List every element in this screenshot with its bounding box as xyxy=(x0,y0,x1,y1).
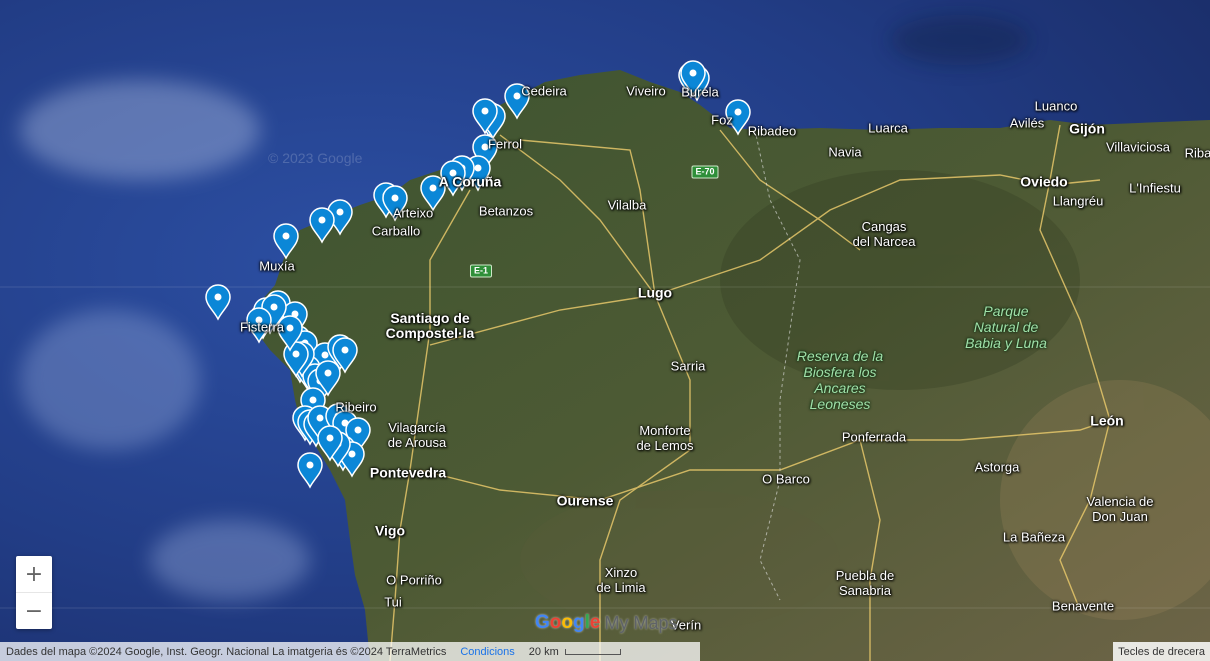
place-label-pontevedra: Pontevedra xyxy=(369,464,447,481)
place-label-puebla: Puebla de Sanabria xyxy=(835,568,895,598)
mymaps-logo-text: My Maps xyxy=(604,612,678,633)
zoom-in-button[interactable]: + xyxy=(16,556,52,592)
place-label-sarria: Sarria xyxy=(670,358,706,374)
place-label-santiago: Santiago de Compostel·la xyxy=(385,310,475,341)
scale-line xyxy=(564,648,621,655)
place-label-astorga: Astorga xyxy=(974,459,1020,475)
place-label-cedeira: Cedeira xyxy=(521,83,567,99)
place-label-vilagarcia: Vilagarcía de Arousa xyxy=(387,420,447,450)
place-label-porrino: O Porriño xyxy=(386,572,442,588)
place-label-riba: Riba xyxy=(1184,145,1210,161)
place-label-villaviciosa: Villaviciosa xyxy=(1105,139,1171,155)
place-label-luanco: Luanco xyxy=(1034,98,1078,114)
place-label-xinzo: Xinzo de Limia xyxy=(596,565,646,595)
place-label-tui: Tui xyxy=(384,594,402,610)
place-label-vilalba: Vilalba xyxy=(607,197,647,213)
place-label-fisterra: Fisterra xyxy=(239,319,285,335)
map-footer: Dades del mapa ©2024 Google, Inst. Geogr… xyxy=(0,642,700,661)
place-label-arteixo: Arteixo xyxy=(392,205,434,221)
keyboard-shortcuts-button[interactable]: Tecles de drecera xyxy=(1113,642,1210,661)
park-label-ancares: Reserva de la Biosfera los Ancares Leone… xyxy=(796,348,884,412)
place-label-betanzos: Betanzos xyxy=(478,203,534,219)
map-watermark: © 2023 Google xyxy=(268,150,363,166)
place-label-llangreu: Llangréu xyxy=(1052,193,1104,209)
zoom-out-button[interactable]: − xyxy=(16,593,52,629)
place-label-oviedo: Oviedo xyxy=(1020,173,1068,190)
place-label-ourense: Ourense xyxy=(556,492,614,509)
place-label-luarca: Luarca xyxy=(868,120,908,136)
place-label-carballo: Carballo xyxy=(371,223,421,239)
place-label-vigo: Vigo xyxy=(374,522,406,539)
place-label-foz: Foz xyxy=(711,112,733,128)
place-label-ferrol: Ferrol xyxy=(488,136,522,152)
place-label-ribeiro: Ribeiro xyxy=(335,399,377,415)
place-label-monforte: Monforte de Lemos xyxy=(636,423,694,453)
place-label-ribadeo: Ribadeo xyxy=(747,123,797,139)
place-label-benavente: Benavente xyxy=(1051,598,1115,614)
zoom-controls: + − xyxy=(16,556,52,629)
place-label-linfiestu: L'Infiestu xyxy=(1129,180,1181,196)
google-logo: Google xyxy=(535,612,601,633)
place-label-aviles: Avilés xyxy=(1009,115,1045,131)
place-label-viveiro: Viveiro xyxy=(626,83,666,99)
place-label-burela: Burela xyxy=(681,84,719,100)
place-label-leon: León xyxy=(1090,412,1124,429)
place-label-muxia: Muxía xyxy=(259,258,295,274)
place-label-coruna: A Coruña xyxy=(438,173,502,190)
place-label-labaneza: La Bañeza xyxy=(1002,529,1066,545)
map-attribution: Dades del mapa ©2024 Google, Inst. Geogr… xyxy=(6,645,447,658)
place-label-gijon: Gijón xyxy=(1069,120,1105,137)
road-shield-e1: E-1 xyxy=(469,264,493,278)
place-label-valencia: Valencia de Don Juan xyxy=(1086,494,1154,524)
place-label-lugo: Lugo xyxy=(637,284,673,301)
place-label-cangas: Cangas del Narcea xyxy=(852,219,916,249)
scale-label: 20 km xyxy=(528,645,559,658)
scale-bar[interactable]: 20 km xyxy=(529,646,621,658)
place-label-ponferrada: Ponferrada xyxy=(841,429,907,445)
google-mymaps-logo: Google My Maps xyxy=(535,612,677,634)
park-label-babia: Parque Natural de Babia y Luna xyxy=(965,303,1047,351)
road-shield-e70: E-70 xyxy=(691,165,719,179)
place-label-obarco: O Barco xyxy=(762,471,810,487)
conditions-link[interactable]: Condicions xyxy=(460,646,514,658)
place-label-navia: Navia xyxy=(828,144,862,160)
